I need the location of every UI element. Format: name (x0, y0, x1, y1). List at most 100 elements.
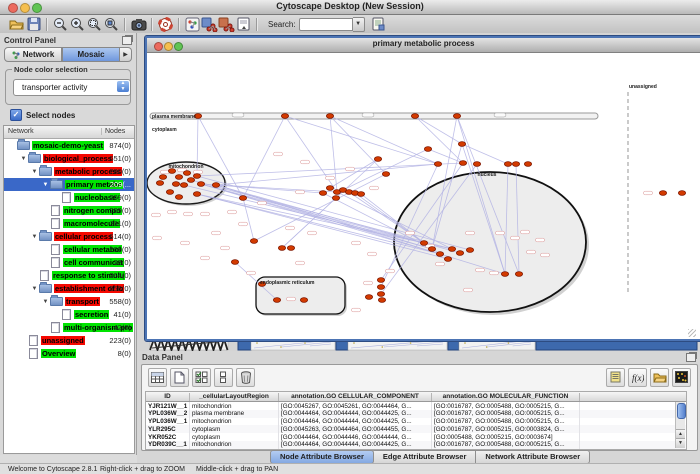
network-node[interactable] (378, 298, 385, 303)
network-node[interactable] (193, 174, 200, 179)
network-node[interactable] (193, 192, 200, 197)
zoom-fit-icon[interactable] (86, 16, 103, 32)
network-node[interactable] (659, 191, 666, 196)
network-node[interactable] (377, 285, 384, 290)
network-node[interactable] (436, 252, 443, 257)
network-node[interactable] (377, 278, 384, 283)
tree-row[interactable]: cell communicat22(0) (4, 256, 134, 269)
filters-icon[interactable] (218, 16, 235, 32)
color-attribute-dropdown[interactable]: transporter activity ▲▼ (13, 79, 131, 96)
tree-row[interactable]: nitrogen compo209(0) (4, 204, 134, 217)
table-col-header[interactable]: ID (146, 393, 190, 401)
network-node[interactable] (473, 162, 480, 167)
network-node[interactable] (319, 191, 326, 196)
tree-row[interactable]: ▼biological_process651(0) (4, 152, 134, 165)
import-icon[interactable] (235, 16, 252, 32)
tab-mosaic[interactable]: Mosaic (62, 47, 120, 62)
network-node[interactable] (156, 181, 163, 186)
table-row[interactable]: YPL036W__1mitochondrion[GO:0044464, GO:0… (146, 418, 686, 426)
help-icon[interactable] (157, 16, 174, 32)
network-node[interactable] (448, 247, 455, 252)
expand-arrow-icon[interactable]: ▼ (41, 299, 50, 305)
open-file-icon[interactable] (8, 16, 25, 32)
network-node[interactable] (458, 142, 465, 147)
network-node[interactable] (424, 147, 431, 152)
snapshot-icon[interactable] (130, 16, 147, 32)
network-node[interactable] (172, 182, 179, 187)
network-node[interactable] (444, 257, 451, 262)
window-resize-grip[interactable] (688, 329, 696, 337)
tree-row[interactable]: multi-organism pro42(0) (4, 321, 134, 334)
attribute-table-icon[interactable] (148, 368, 167, 387)
network-node[interactable] (374, 157, 381, 162)
search-dropdown-icon[interactable]: ▼ (353, 17, 365, 32)
tree-row[interactable]: ▼transport558(0) (4, 295, 134, 308)
network-node[interactable] (456, 251, 463, 256)
tab-network-attribute-browser[interactable]: Network Attribute Browser (476, 450, 590, 464)
network-node[interactable] (273, 298, 280, 303)
network-node[interactable] (453, 114, 460, 119)
network-node[interactable] (428, 247, 435, 252)
network-node[interactable] (166, 190, 173, 195)
network-canvas[interactable]: plasma membranecytoplasmmitochondrionnuc… (147, 53, 696, 335)
network-node[interactable] (512, 162, 519, 167)
network-node[interactable] (466, 248, 473, 253)
network-node[interactable] (365, 295, 372, 300)
network-node[interactable] (434, 162, 441, 167)
network-node[interactable] (377, 292, 384, 297)
table-row[interactable]: YKR052Ccytoplasm[GO:0044464, GO:0044446,… (146, 433, 686, 441)
visual-mapper-icon[interactable] (201, 16, 218, 32)
select-attributes-icon[interactable] (192, 368, 211, 387)
expand-arrow-icon[interactable]: ▼ (19, 156, 28, 162)
network-node[interactable] (326, 186, 333, 191)
matrix-icon[interactable] (672, 368, 691, 387)
tree-row[interactable]: secretion41(0) (4, 308, 134, 321)
table-col-header[interactable]: annotation.GO CELLULAR_COMPONENT (279, 393, 432, 401)
network-node[interactable] (382, 172, 389, 177)
network-node[interactable] (197, 182, 204, 187)
tree-row[interactable]: ▼establishment of lo558(0) (4, 282, 134, 295)
network-node[interactable] (175, 175, 182, 180)
tree-row[interactable]: response to stimulu264(0) (4, 269, 134, 282)
network-node[interactable] (180, 183, 187, 188)
tree-row[interactable]: mosaic-demo-yeast874(0) (4, 139, 134, 152)
network-node[interactable] (159, 175, 166, 180)
network-node[interactable] (504, 162, 511, 167)
network-node[interactable] (281, 114, 288, 119)
network-node[interactable] (326, 114, 333, 119)
search-input[interactable] (299, 18, 353, 31)
network-node[interactable] (212, 183, 219, 188)
tree-col-nodes[interactable]: Nodes (101, 128, 125, 135)
tab-overflow-icon[interactable]: ▶ (120, 47, 132, 62)
tree-row[interactable]: nucleobase-209(0) (4, 191, 134, 204)
label-icon[interactable] (606, 368, 625, 387)
network-node[interactable] (524, 162, 531, 167)
table-row[interactable]: YPL036W__2plasma membrane[GO:0044464, GO… (146, 410, 686, 418)
tree-row[interactable]: ▼metabolic process280(0) (4, 165, 134, 178)
network-node[interactable] (250, 239, 257, 244)
table-row[interactable]: YJR121W__1mitochondrion[GO:0045267, GO:0… (146, 402, 686, 410)
network-node[interactable] (175, 195, 182, 200)
zoom-in-icon[interactable] (69, 16, 86, 32)
tree-col-network[interactable]: Network (8, 128, 34, 135)
network-window-titlebar[interactable]: primary metabolic process (147, 38, 700, 53)
table-col-header[interactable]: _cellularLayoutRegion (190, 393, 279, 401)
network-node[interactable] (678, 191, 685, 196)
network-node[interactable] (278, 246, 285, 251)
tree-row[interactable]: Overview8(0) (4, 347, 134, 360)
network-node[interactable] (187, 178, 194, 183)
import-attributes-icon[interactable] (650, 368, 669, 387)
scroll-down-icon[interactable]: ▼ (676, 438, 685, 448)
table-scrollbar[interactable]: ▲ ▼ (675, 402, 685, 448)
delete-attribute-icon[interactable] (236, 368, 255, 387)
network-node[interactable] (501, 272, 508, 277)
network-node[interactable] (420, 241, 427, 246)
network-node[interactable] (357, 192, 364, 197)
network-node[interactable] (183, 171, 190, 176)
network-node[interactable] (287, 246, 294, 251)
zoom-selected-icon[interactable] (103, 16, 120, 32)
tree-row[interactable]: ▼primary metabo209(... (4, 178, 134, 191)
tree-row[interactable]: cellular metabol209(0) (4, 243, 134, 256)
network-node[interactable] (332, 196, 339, 201)
save-icon[interactable] (25, 16, 42, 32)
